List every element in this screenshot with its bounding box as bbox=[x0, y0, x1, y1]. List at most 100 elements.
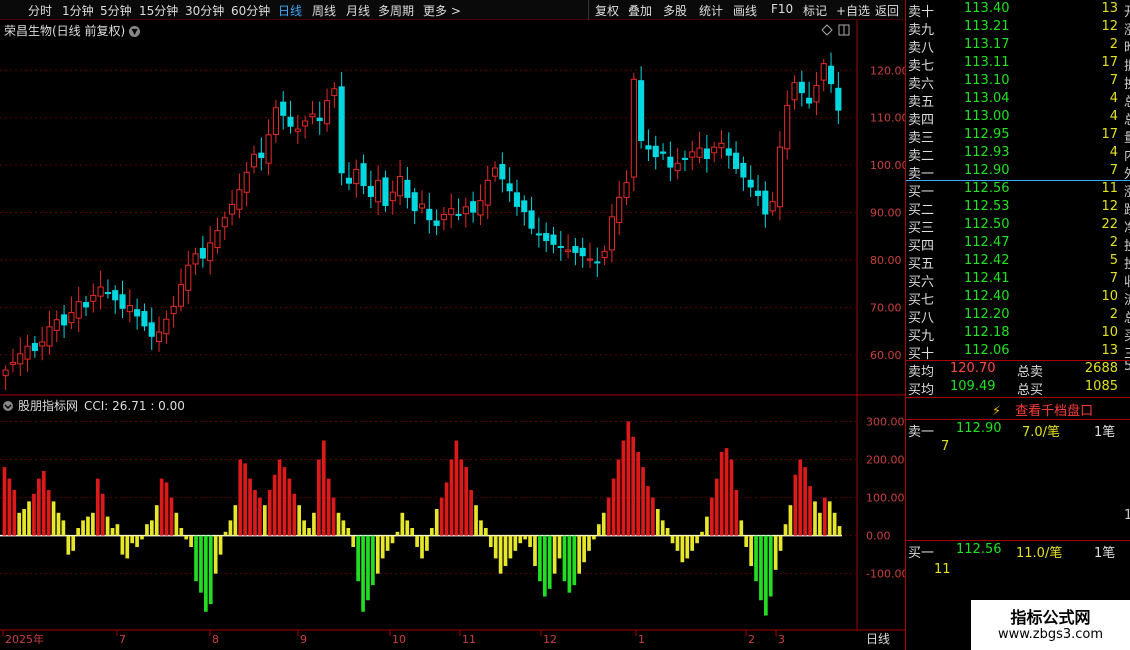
tab-30min[interactable]: 30分钟 bbox=[185, 2, 224, 19]
back-button[interactable]: 返回 bbox=[875, 2, 899, 19]
candle-body bbox=[331, 88, 338, 97]
tab-60min[interactable]: 60分钟 bbox=[231, 2, 270, 19]
bid-label: 买九 bbox=[908, 329, 935, 344]
tab-multi-period[interactable]: 多周期 bbox=[378, 2, 414, 19]
bolt-icon: ⚡ bbox=[992, 404, 1002, 419]
bid-volume: 2 bbox=[1109, 307, 1118, 322]
candle-body bbox=[586, 258, 594, 261]
indicator-toggle-icon[interactable] bbox=[3, 401, 13, 411]
mark-button[interactable]: 标记 bbox=[803, 2, 827, 19]
ask-price: 112.93 bbox=[964, 145, 1010, 160]
tab-weekly[interactable]: 周线 bbox=[312, 2, 336, 19]
buy1-divider bbox=[906, 540, 1130, 541]
candle-body bbox=[404, 179, 411, 198]
candle-body bbox=[17, 353, 24, 365]
edge-row-1: 1 bbox=[906, 508, 1130, 526]
add-watchlist-button[interactable]: +自选 bbox=[836, 2, 870, 19]
overlay-button[interactable]: 叠加 bbox=[628, 2, 652, 19]
bid-label: 买八 bbox=[908, 311, 935, 326]
candle-body bbox=[82, 302, 90, 308]
period-label[interactable]: 日线 bbox=[866, 632, 890, 646]
candle-body bbox=[382, 177, 389, 206]
ask-edge-label: 昨 bbox=[1124, 37, 1130, 56]
bid-volume: 2 bbox=[1109, 235, 1118, 250]
chevron-down-icon[interactable]: ▼ bbox=[129, 26, 141, 37]
tab-15min[interactable]: 15分钟 bbox=[139, 2, 178, 19]
bid-label: 买二 bbox=[908, 203, 935, 218]
price-tick-label: 70.00 bbox=[870, 301, 902, 314]
price-tick-label: 90.00 bbox=[870, 207, 902, 220]
candle-body bbox=[674, 162, 681, 172]
stock-title-text: 荣昌生物(日线 前复权) bbox=[4, 24, 126, 38]
bid-price: 112.06 bbox=[964, 343, 1010, 358]
bid-volume: 5 bbox=[1109, 253, 1118, 268]
candle-body bbox=[243, 171, 250, 193]
buy1-price: 112.56 bbox=[956, 542, 1002, 557]
candle-body bbox=[769, 201, 776, 212]
sell1-qty-row: 7 bbox=[906, 439, 1130, 457]
bid-volume: 12 bbox=[1101, 199, 1118, 214]
indicator-label: 股朋指标网 bbox=[18, 398, 78, 413]
watermark: 指标公式网 www.zbgs3.com bbox=[971, 600, 1130, 650]
candle-body bbox=[134, 309, 141, 317]
candle-body bbox=[754, 190, 762, 196]
bid-row: 买八 112.20 2总 bbox=[906, 307, 1130, 326]
bid-price: 112.50 bbox=[964, 217, 1010, 232]
x-tick-label: 8 bbox=[212, 633, 219, 646]
bid-edge-label: 收 bbox=[1124, 271, 1130, 290]
ask-row: 卖一112.907外 bbox=[906, 163, 1130, 182]
draw-button[interactable]: 画线 bbox=[733, 2, 757, 19]
bid-volume: 10 bbox=[1101, 325, 1118, 340]
tab-1min[interactable]: 1分钟 bbox=[62, 2, 94, 19]
ask-row: 卖二 112.93 4内 bbox=[906, 145, 1130, 164]
ask-volume: 4 bbox=[1109, 145, 1118, 160]
tab-5min[interactable]: 5分钟 bbox=[100, 2, 132, 19]
ask-edge-label: 量 bbox=[1124, 127, 1130, 146]
ask-row: 卖三 112.95 17 量 bbox=[906, 127, 1130, 146]
bid-price: 112.20 bbox=[964, 307, 1010, 322]
fuquan-button[interactable]: 复权 bbox=[595, 2, 619, 19]
ask-label: 卖九 bbox=[908, 23, 935, 38]
total-buy-value: 1085 bbox=[1084, 379, 1118, 394]
candle-body bbox=[433, 220, 440, 226]
sell1-per-trade: 7.0/笔 bbox=[1022, 425, 1061, 440]
total-sell-value: 2688 bbox=[1084, 361, 1118, 376]
tab-fenshi[interactable]: 分时 bbox=[28, 2, 52, 19]
candle-body bbox=[97, 286, 104, 297]
avg-sell-row: 卖均 120.70 总卖 2688 bbox=[906, 361, 1130, 380]
cci-tick-label: -100.00 bbox=[866, 568, 905, 581]
candle-body bbox=[681, 157, 689, 160]
candle-body bbox=[696, 147, 703, 158]
bid-row: 买一 112.56 11 涨 bbox=[906, 181, 1130, 200]
candle-body bbox=[353, 168, 360, 185]
candle-body bbox=[68, 312, 75, 324]
bid-volume: 22 bbox=[1101, 217, 1118, 232]
candle-body bbox=[163, 318, 170, 335]
candle-body bbox=[338, 86, 345, 174]
ask-row: 卖四 113.00 4总 bbox=[906, 109, 1130, 128]
stats-button[interactable]: 统计 bbox=[699, 2, 723, 19]
candle-body bbox=[250, 153, 258, 168]
multi-stock-button[interactable]: 多股 bbox=[663, 2, 687, 19]
candle-body bbox=[528, 210, 535, 229]
cci-tick-label: 100.00 bbox=[866, 492, 905, 505]
candle-body bbox=[616, 196, 623, 223]
bid-price: 112.18 bbox=[964, 325, 1010, 340]
f10-button[interactable]: F10 bbox=[771, 2, 793, 16]
tab-daily[interactable]: 日线 bbox=[278, 2, 302, 19]
candle-body bbox=[112, 290, 119, 301]
period-toolbar: 分时 1分钟 5分钟 15分钟 30分钟 60分钟 日线 周线 月线 多周期 更… bbox=[0, 0, 903, 20]
bid-volume: 13 bbox=[1101, 343, 1118, 358]
depth-button[interactable]: ⚡ 查看千档盘口 bbox=[992, 400, 1093, 419]
candle-body bbox=[725, 148, 732, 156]
candle-body bbox=[565, 249, 572, 253]
bid-label: 买四 bbox=[908, 239, 935, 254]
tab-more[interactable]: 更多 > bbox=[423, 2, 461, 19]
small-edge-1: 1 bbox=[1124, 508, 1130, 523]
ask-label: 卖二 bbox=[908, 149, 935, 164]
tab-monthly[interactable]: 月线 bbox=[346, 2, 370, 19]
candle-body bbox=[813, 84, 820, 103]
candle-body bbox=[594, 261, 601, 264]
chart-area[interactable]: 60.0070.0080.0090.00100.00110.00120.00 -… bbox=[0, 0, 905, 650]
candle-body bbox=[689, 151, 696, 158]
